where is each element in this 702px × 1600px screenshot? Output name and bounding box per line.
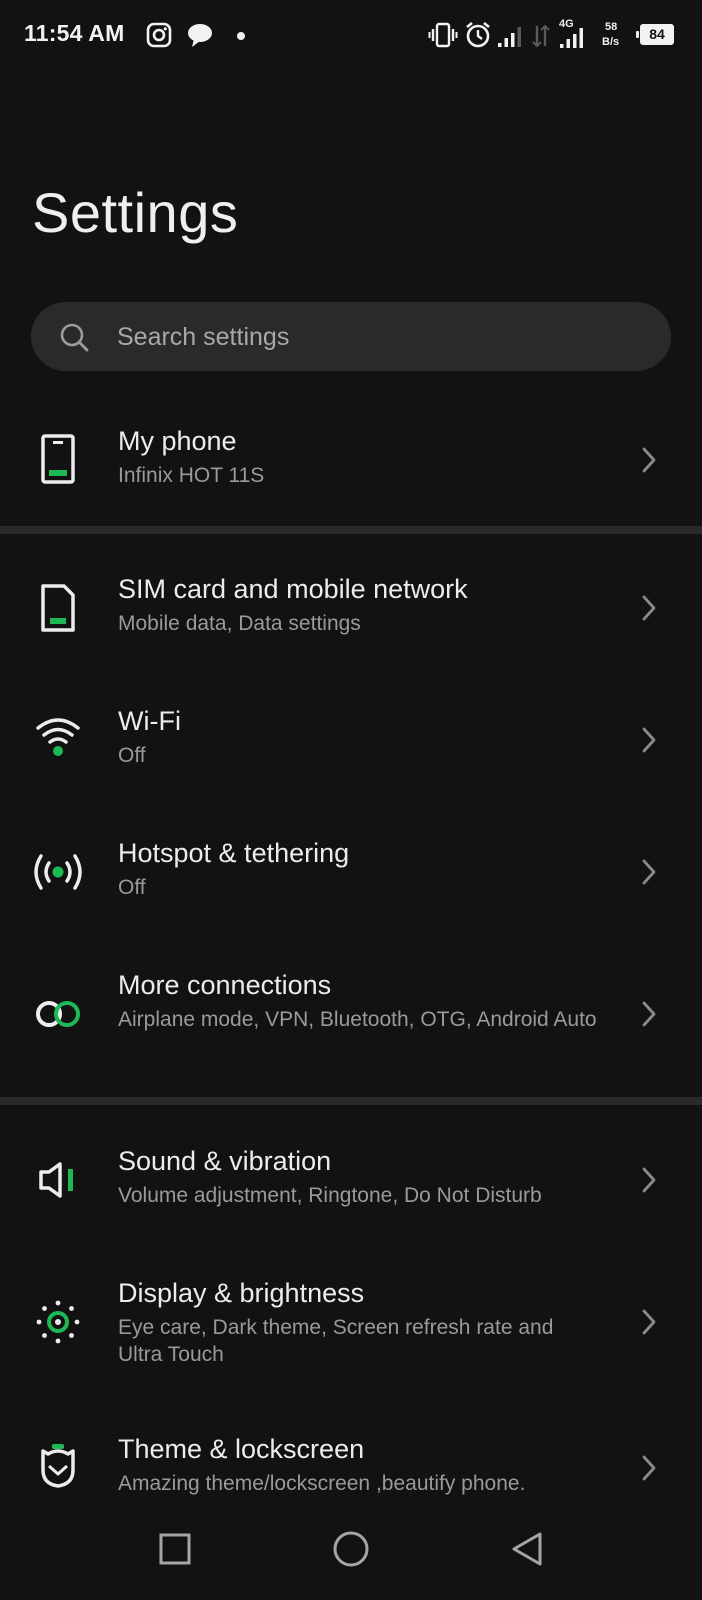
chevron-right-icon (642, 595, 656, 621)
notification-dot-icon (237, 32, 245, 40)
settings-item-title: SIM card and mobile network (118, 574, 468, 604)
chevron-right-icon (642, 447, 656, 473)
settings-item-subtitle: Infinix HOT 11S (118, 464, 265, 487)
theme-icon (41, 1444, 75, 1488)
wifi-icon (36, 718, 80, 756)
status-time: 11:54 AM (24, 20, 125, 46)
speaker-icon (39, 1162, 73, 1198)
settings-item-subtitle: Off (118, 744, 146, 767)
chevron-right-icon (642, 727, 656, 753)
chevron-right-icon (642, 1455, 656, 1481)
speed-value: 58 (605, 21, 618, 33)
data-arrows-icon (532, 24, 550, 48)
chevron-right-icon (642, 1309, 656, 1335)
settings-item-subtitle: Volume adjustment, Ringtone, Do Not Dist… (118, 1184, 542, 1207)
section-divider (0, 1097, 702, 1105)
alarm-icon (466, 21, 490, 48)
chevron-right-icon (642, 1167, 656, 1193)
home-button[interactable] (332, 1530, 370, 1568)
search-bar[interactable] (31, 302, 671, 371)
settings-item-subtitle: Off (118, 876, 146, 899)
instagram-icon (146, 22, 172, 48)
settings-item-title: My phone (118, 426, 237, 456)
settings-item-subtitle: Amazing theme/lockscreen ,beautify phone… (118, 1472, 526, 1495)
brightness-icon (36, 1300, 80, 1344)
hotspot-icon (34, 854, 82, 890)
back-button[interactable] (508, 1530, 546, 1568)
battery-icon: 84 (636, 24, 674, 45)
link-icon (36, 1001, 80, 1027)
settings-item-title: Display & brightness (118, 1278, 365, 1308)
settings-item-subtitle: Eye care, Dark theme, Screen refresh rat… (118, 1316, 554, 1366)
settings-item-display[interactable]: Display & brightness Eye care, Dark them… (0, 1264, 702, 1390)
settings-item-my-phone[interactable]: My phone Infinix HOT 11S (0, 412, 702, 516)
chevron-right-icon (642, 1001, 656, 1027)
settings-item-hotspot[interactable]: Hotspot & tethering Off (0, 824, 702, 936)
settings-item-theme[interactable]: Theme & lockscreen Amazing theme/lockscr… (0, 1420, 702, 1514)
settings-item-title: Theme & lockscreen (118, 1434, 365, 1464)
signal-icon (498, 27, 521, 47)
settings-item-title: Sound & vibration (118, 1146, 332, 1176)
settings-item-subtitle: Mobile data, Data settings (118, 612, 361, 635)
settings-item-sim-card[interactable]: SIM card and mobile network Mobile data,… (0, 560, 702, 672)
chat-bubble-icon (188, 24, 212, 47)
settings-item-title: Hotspot & tethering (118, 838, 350, 868)
search-input[interactable] (115, 314, 639, 360)
chevron-right-icon (642, 859, 656, 885)
signal-4g-icon (560, 28, 583, 48)
search-icon (60, 323, 89, 352)
battery-level: 84 (649, 26, 665, 42)
speed-unit: B/s (602, 36, 620, 48)
settings-item-title: Wi-Fi (118, 706, 181, 736)
status-bar: 11:54 AM 4G 58 B/s 84 (0, 0, 702, 72)
settings-item-subtitle: Airplane mode, VPN, Bluetooth, OTG, Andr… (118, 1008, 597, 1031)
sim-card-icon (41, 584, 75, 632)
page-title: Settings (32, 181, 239, 244)
settings-item-sound[interactable]: Sound & vibration Volume adjustment, Rin… (0, 1132, 702, 1244)
navigation-bar (0, 1516, 702, 1600)
recents-button[interactable] (158, 1532, 192, 1566)
settings-item-wifi[interactable]: Wi-Fi Off (0, 692, 702, 804)
settings-item-more-connections[interactable]: More connections Airplane mode, VPN, Blu… (0, 956, 702, 1080)
section-divider (0, 526, 702, 534)
phone-icon (41, 434, 75, 484)
settings-item-title: More connections (118, 970, 332, 1000)
vibrate-icon (428, 22, 458, 48)
